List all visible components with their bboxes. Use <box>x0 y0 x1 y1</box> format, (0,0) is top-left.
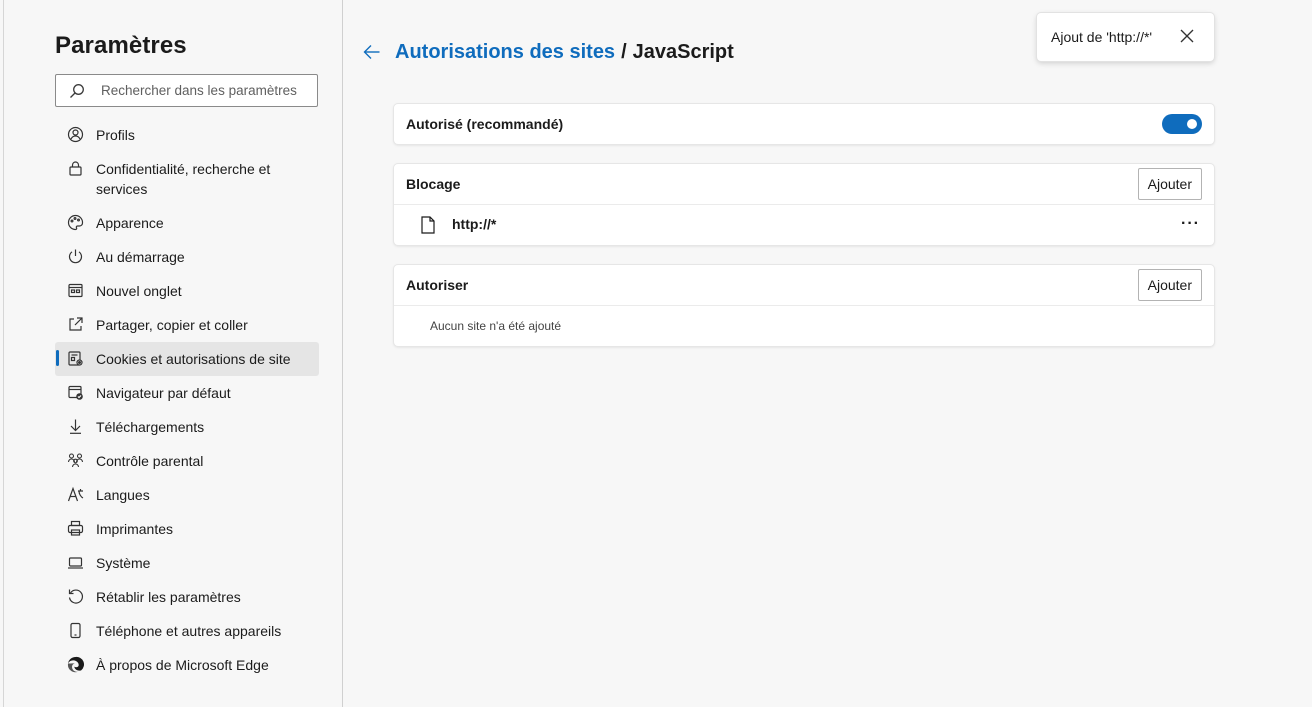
sidebar-item-appearance[interactable]: Apparence <box>55 206 319 240</box>
sidebar-item-label: Profils <box>96 127 135 143</box>
blocked-card: Blocage Ajouter http://* ··· <box>394 164 1214 245</box>
sidebar-item-share[interactable]: Partager, copier et coller <box>55 308 319 342</box>
toast-message: Ajout de 'http://*' <box>1051 29 1153 45</box>
sidebar-item-label: Confidentialité, recherche et services <box>96 161 271 197</box>
sidebar-item-printers[interactable]: Imprimantes <box>55 512 319 546</box>
laptop-icon <box>67 554 84 571</box>
sidebar-item-label: Imprimantes <box>96 521 174 537</box>
sidebar-item-cookies[interactable]: Cookies et autorisations de site <box>55 342 319 376</box>
empty-list-text: Aucun site n'a été ajouté <box>430 319 562 333</box>
power-icon <box>67 248 84 265</box>
edge-logo-icon <box>67 656 85 673</box>
sidebar-item-label: Téléchargements <box>96 419 205 435</box>
sidebar-item-label: Rétablir les paramètres <box>96 589 241 605</box>
sidebar-item-label: Apparence <box>96 215 164 231</box>
new-tab-icon <box>67 282 84 299</box>
back-arrow-icon[interactable] <box>362 42 382 62</box>
language-icon <box>67 486 84 503</box>
blocked-site-url: http://* <box>452 216 497 232</box>
profile-icon <box>67 126 84 143</box>
blocked-section-title: Blocage <box>406 176 461 192</box>
settings-nav: Profils Confidentialité, recherche et se… <box>55 118 319 682</box>
allowed-card: Autorisé (recommandé) <box>394 104 1214 144</box>
toggle-knob <box>1187 119 1197 129</box>
download-icon <box>67 418 84 435</box>
cookies-icon <box>67 350 84 367</box>
blocked-site-row: http://* ··· <box>394 204 1214 245</box>
search-icon <box>70 84 84 98</box>
sidebar-item-about[interactable]: À propos de Microsoft Edge <box>55 648 319 682</box>
family-icon <box>67 452 84 469</box>
lock-icon <box>67 160 84 177</box>
share-icon <box>67 316 84 333</box>
javascript-allowed-toggle[interactable] <box>1162 114 1202 134</box>
breadcrumb-link[interactable]: Autorisations des sites <box>395 41 615 63</box>
settings-sidebar: Paramètres Rechercher dans les paramètre… <box>3 0 343 707</box>
printer-icon <box>67 520 84 537</box>
sidebar-item-label: Langues <box>96 487 150 503</box>
allowed-label: Autorisé (recommandé) <box>406 116 564 132</box>
add-blocked-site-button[interactable]: Ajouter <box>1137 168 1202 200</box>
sidebar-item-default-browser[interactable]: Navigateur par défaut <box>55 376 319 410</box>
sidebar-item-new-tab[interactable]: Nouvel onglet <box>55 274 319 308</box>
sidebar-item-label: Cookies et autorisations de site <box>96 351 291 367</box>
breadcrumb: Autorisations des sites / JavaScript <box>362 38 734 66</box>
sidebar-item-parental[interactable]: Contrôle parental <box>55 444 319 478</box>
settings-title: Paramètres <box>55 32 187 59</box>
sidebar-item-label: Au démarrage <box>96 249 185 265</box>
file-icon <box>421 216 435 234</box>
page-title: JavaScript <box>632 40 734 63</box>
sidebar-item-label: Système <box>96 555 151 571</box>
close-icon[interactable] <box>1179 28 1195 44</box>
sidebar-item-label: Téléphone et autres appareils <box>96 623 282 639</box>
notification-toast: Ajout de 'http://*' <box>1037 13 1214 61</box>
sidebar-item-label: À propos de Microsoft Edge <box>96 657 269 673</box>
sidebar-item-downloads[interactable]: Téléchargements <box>55 410 319 444</box>
sidebar-item-reset[interactable]: Rétablir les paramètres <box>55 580 319 614</box>
sidebar-item-label: Nouvel onglet <box>96 283 182 299</box>
sidebar-item-profils[interactable]: Profils <box>55 118 319 152</box>
sidebar-item-phone[interactable]: Téléphone et autres appareils <box>55 614 319 648</box>
sidebar-item-languages[interactable]: Langues <box>55 478 319 512</box>
sidebar-item-privacy[interactable]: Confidentialité, recherche et services <box>55 152 319 206</box>
search-placeholder: Rechercher dans les paramètres <box>101 83 297 98</box>
breadcrumb-separator: / <box>621 40 627 63</box>
sidebar-item-label: Partager, copier et coller <box>96 317 248 333</box>
allow-section-title: Autoriser <box>406 277 469 293</box>
reset-icon <box>67 588 84 605</box>
more-options-icon[interactable]: ··· <box>1181 215 1200 233</box>
phone-icon <box>67 622 84 639</box>
main-content: Autorisations des sites / JavaScript Autor… <box>344 0 1312 707</box>
allow-card: Autoriser Ajouter Aucun site n'a été ajo… <box>394 265 1214 346</box>
add-allowed-site-button[interactable]: Ajouter <box>1137 269 1202 301</box>
sidebar-item-startup[interactable]: Au démarrage <box>55 240 319 274</box>
settings-search-input[interactable]: Rechercher dans les paramètres <box>55 74 318 107</box>
sidebar-item-label: Contrôle parental <box>96 453 204 469</box>
sidebar-item-label: Navigateur par défaut <box>96 385 231 401</box>
palette-icon <box>67 214 84 231</box>
default-browser-icon <box>67 384 84 401</box>
sidebar-item-system[interactable]: Système <box>55 546 319 580</box>
